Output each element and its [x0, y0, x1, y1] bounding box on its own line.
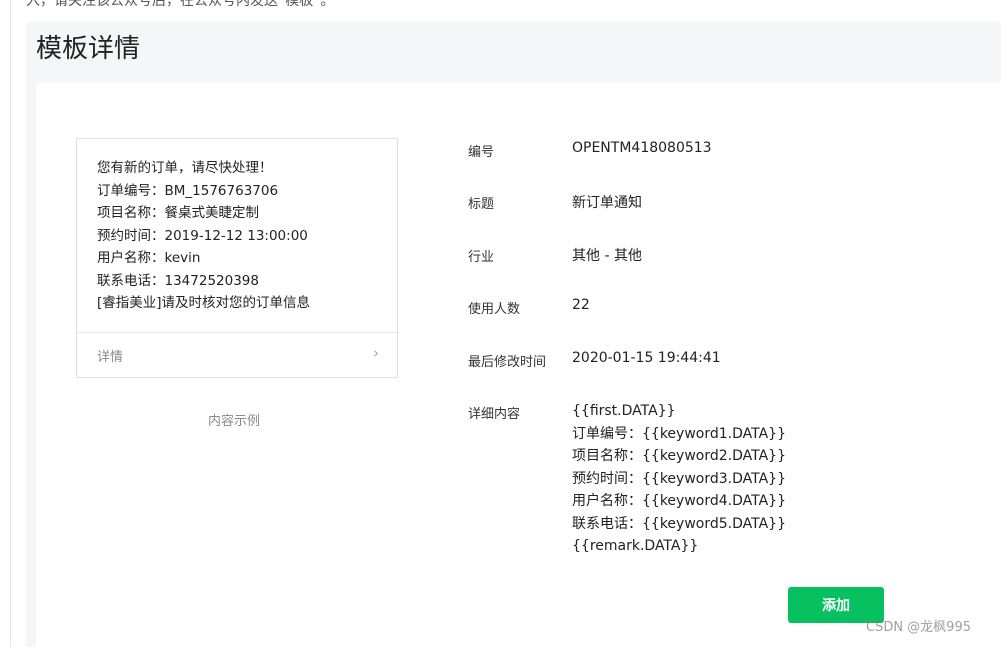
content-template: {{first.DATA}} 订单编号：{{keyword1.DATA}} 项目… [572, 400, 786, 558]
preview-line: 联系电话：13472520398 [97, 272, 259, 289]
content-line: 订单编号：{{keyword1.DATA}} [572, 425, 786, 442]
preview-line: 用户名称：kevin [97, 250, 201, 266]
content-line: 项目名称：{{keyword2.DATA}} [572, 448, 786, 464]
preview-detail-link[interactable]: 详情 › [77, 332, 397, 377]
field-value-industry: 其他 - 其他 [572, 248, 642, 264]
field-value-users: 22 [572, 297, 590, 313]
left-border [10, 0, 11, 647]
preview-line: 您有新的订单，请尽快处理！ [97, 160, 273, 176]
sample-caption: 内容示例 [208, 414, 261, 429]
content-line: {{remark.DATA}} [572, 538, 699, 554]
page-title: 模板详情 [36, 34, 141, 64]
message-preview-card: 您有新的订单，请尽快处理！ 订单编号：BM_1576763706 项目名称：餐桌… [76, 138, 398, 378]
field-label-content: 详细内容 [468, 407, 521, 422]
preview-line: 订单编号：BM_1576763706 [97, 182, 279, 199]
detail-label: 详情 [97, 350, 124, 365]
preview-line: 预约时间：2019-12-12 13:00:00 [97, 227, 308, 244]
field-label-modified: 最后修改时间 [468, 355, 547, 370]
template-detail-card: 您有新的订单，请尽快处理！ 订单编号：BM_1576763706 项目名称：餐桌… [36, 82, 1001, 647]
field-value-title: 新订单通知 [572, 195, 642, 211]
watermark: CSDN @龙枫995 [865, 620, 971, 635]
field-label-industry: 行业 [468, 250, 495, 265]
content-line: 联系电话：{{keyword5.DATA}} [572, 515, 786, 532]
field-label-title: 标题 [468, 197, 495, 212]
template-detail-panel: 模板详情 您有新的订单，请尽快处理！ 订单编号：BM_1576763706 项目… [26, 22, 1001, 647]
top-instruction-text: 入，请关注该公众号后，在公众号内发送“模板”。 [26, 0, 335, 9]
chevron-right-icon: › [373, 344, 379, 362]
preview-line: [睿指美业]请及时核对您的订单信息 [97, 295, 311, 311]
field-label-id: 编号 [468, 145, 495, 160]
content-line: {{first.DATA}} [572, 403, 676, 419]
content-line: 用户名称：{{keyword4.DATA}} [572, 493, 786, 509]
field-label-users: 使用人数 [468, 302, 521, 317]
preview-body: 您有新的订单，请尽快处理！ 订单编号：BM_1576763706 项目名称：餐桌… [77, 139, 397, 315]
field-value-modified: 2020-01-15 19:44:41 [572, 350, 721, 366]
content-line: 预约时间：{{keyword3.DATA}} [572, 470, 786, 487]
field-value-id: OPENTM418080513 [572, 140, 712, 156]
preview-line: 项目名称：餐桌式美睫定制 [97, 205, 259, 221]
